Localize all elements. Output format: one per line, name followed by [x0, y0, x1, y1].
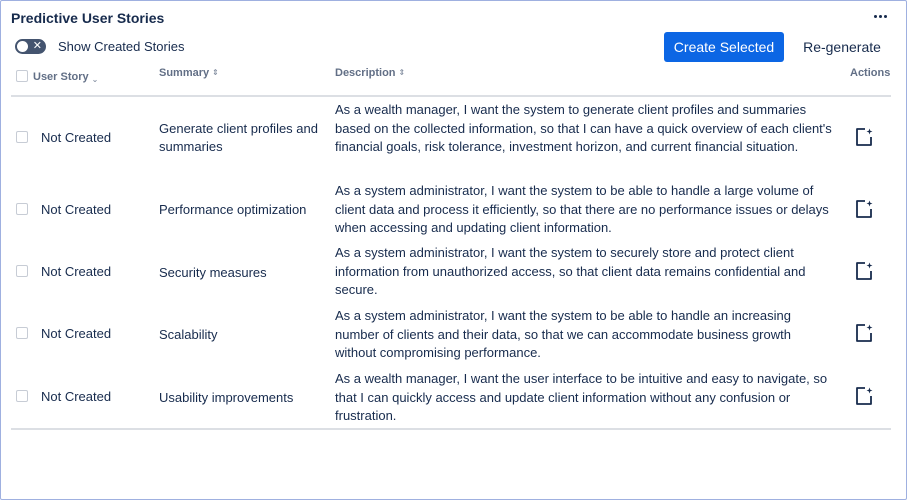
header-description-label: Description	[335, 67, 396, 79]
row-checkbox[interactable]	[16, 131, 28, 143]
more-horizontal-icon[interactable]	[869, 6, 891, 26]
row-summary: Generate client profiles and summaries	[159, 121, 318, 154]
select-all-checkbox[interactable]	[16, 70, 28, 82]
row-summary: Security measures	[159, 265, 267, 280]
table-footer-divider	[11, 428, 891, 430]
row-checkbox[interactable]	[16, 203, 28, 215]
show-created-toggle-row: ✕ Show Created Stories	[15, 39, 184, 54]
table-row: Not Created Generate client profiles and…	[11, 100, 891, 176]
table-row: Not Created Security measures As a syste…	[11, 244, 891, 300]
regenerate-button[interactable]: Re-generate	[796, 32, 888, 62]
header-summary-label: Summary	[159, 67, 210, 79]
header-user-story-label: User Story	[33, 71, 89, 83]
sort-icon: ⇕	[398, 68, 406, 77]
table-row: Not Created Scalability As a system admi…	[11, 307, 891, 363]
row-summary: Usability improvements	[159, 390, 294, 405]
create-story-icon[interactable]	[854, 127, 874, 147]
show-created-label: Show Created Stories	[58, 39, 185, 54]
table-header-divider	[11, 95, 891, 97]
row-description: As a wealth manager, I want the system t…	[335, 102, 832, 154]
show-created-toggle[interactable]: ✕	[15, 39, 46, 54]
header-user-story[interactable]: User Story ⌄	[33, 70, 98, 84]
table-row: Not Created Performance optimization As …	[11, 182, 891, 238]
row-description: As a wealth manager, I want the user int…	[335, 371, 828, 423]
header-actions-label: Actions	[850, 67, 891, 79]
row-status: Not Created	[41, 326, 112, 341]
row-description: As a system administrator, I want the sy…	[335, 183, 829, 235]
table-row: Not Created Usability improvements As a …	[11, 369, 891, 425]
row-description: As a system administrator, I want the sy…	[335, 308, 791, 360]
sort-icon: ⇕	[212, 68, 219, 77]
create-story-icon[interactable]	[854, 323, 874, 343]
sort-icon: ⌄	[91, 75, 99, 84]
row-status: Not Created	[41, 130, 112, 145]
row-summary: Performance optimization	[159, 202, 307, 217]
row-checkbox[interactable]	[16, 265, 28, 277]
header-summary[interactable]: Summary ⇕	[159, 67, 219, 79]
row-status: Not Created	[41, 202, 112, 217]
header-description[interactable]: Description ⇕	[335, 67, 405, 79]
header-actions: Actions	[850, 67, 890, 79]
toggle-knob	[17, 41, 28, 52]
predictive-user-stories-panel: Predictive User Stories ✕ Show Created S…	[0, 0, 907, 500]
row-description: As a system administrator, I want the sy…	[335, 245, 806, 297]
row-summary: Scalability	[159, 327, 218, 342]
row-checkbox[interactable]	[16, 327, 28, 339]
row-status: Not Created	[41, 389, 112, 404]
create-story-icon[interactable]	[854, 261, 874, 281]
panel-title: Predictive User Stories	[11, 10, 165, 26]
create-story-icon[interactable]	[854, 199, 874, 219]
create-selected-button[interactable]: Create Selected	[664, 32, 784, 62]
row-status: Not Created	[41, 264, 112, 279]
row-checkbox[interactable]	[16, 390, 28, 402]
toggle-off-icon: ✕	[32, 40, 42, 52]
create-story-icon[interactable]	[854, 386, 874, 406]
